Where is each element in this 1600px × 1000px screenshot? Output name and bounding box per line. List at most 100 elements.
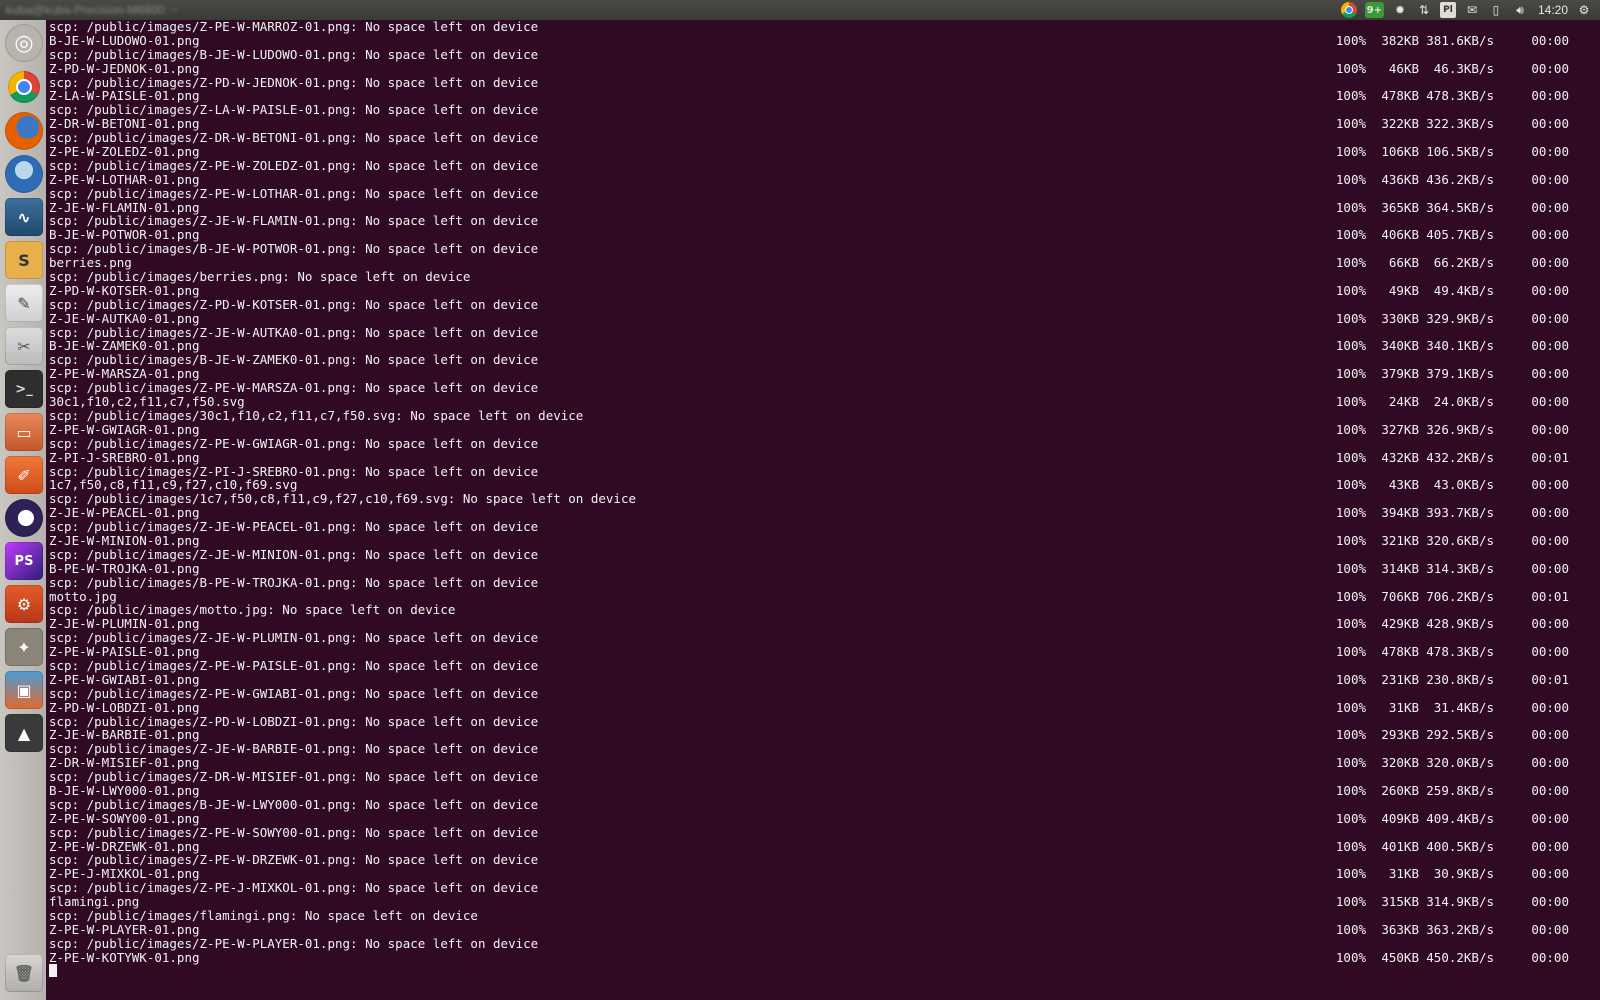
transfer-time: 00:00 [1531,838,1569,854]
chrome-icon[interactable] [8,71,40,103]
terminal-line: scp: /public/images/Z-PE-W-GWIAGR-01.png… [49,436,1589,451]
terminal-line: Z-PE-W-PLAYER-01.png 100% 363KB 363.2KB/s 00… [49,921,1589,937]
terminal-line: Z-DR-W-BETONI-01.png 100% 322KB 322.3KB/s 00… [49,117,1589,131]
terminal-line: scp: /public/images/Z-PD-W-LOBDZI-01.png… [49,714,1589,729]
terminal-line-text: Z-JE-W-PEACEL-01.png [49,505,200,521]
gimp-icon[interactable]: ✦ [5,628,43,666]
transfer-size: 382KB [1381,32,1419,48]
package-icon[interactable]: ▣ [5,671,43,709]
slack-icon[interactable]: S [5,241,43,279]
terminal-line-text: B-JE-W-ZAMEK0-01.png [49,338,200,354]
terminal-line-text: Z-JE-W-BARBIE-01.png [49,727,200,743]
terminal-window[interactable]: scp: /public/images/Z-PE-W-MARROZ-01.png… [46,20,1600,1000]
transfer-size: 315KB [1381,894,1419,910]
terminal-line: Z-PE-W-GWIAGR-01.png 100% 327KB 326.9KB/s 00… [49,421,1589,437]
eclipse-icon[interactable] [5,499,43,537]
transfer-percent: 100% [1335,60,1366,76]
terminal-line-text: 30c1,f10,c2,f11,c7,f50.svg [49,394,245,410]
transfer-percent: 100% [1335,282,1366,298]
thunderbird-icon[interactable] [5,155,43,193]
terminal-line-text: scp: /public/images/Z-DR-W-MISIEF-01.png… [49,769,539,785]
transfer-time: 00:01 [1531,588,1569,604]
network-icon[interactable]: ⇅ [1416,2,1432,18]
transfer-size: 327KB [1381,421,1419,437]
terminal-line: scp: /public/images/Z-JE-W-PEACEL-01.png… [49,520,1589,534]
settings-icon[interactable]: ⚙ [5,585,43,623]
terminal-line-text: motto.jpg [49,588,117,604]
terminal-line-text: scp: /public/images/Z-PE-W-GWIABI-01.png… [49,685,539,701]
transfer-time: 00:01 [1531,671,1569,687]
transfer-rate: 381.6KB/s [1426,32,1494,48]
transfer-size: 31KB [1388,866,1419,882]
transfer-rate: 363.2KB/s [1426,921,1494,937]
updates-badge-icon[interactable]: 9+ [1364,2,1384,18]
transfer-percent: 100% [1335,199,1366,215]
transfer-percent: 100% [1335,255,1366,271]
inkscape-icon[interactable]: ▲ [5,714,43,752]
terminal-line-text: Z-PI-J-SREBRO-01.png [49,449,200,465]
transfer-size: 450KB [1381,949,1419,965]
files-icon[interactable]: ▭ [5,413,43,451]
terminal-line: scp: /public/images/Z-PE-J-MIXKOL-01.png… [49,881,1589,895]
transfer-time: 00:00 [1531,949,1569,965]
terminal-line: scp: /public/images/Z-PD-W-JEDNOK-01.png… [49,75,1589,90]
transfer-rate: 379.1KB/s [1426,366,1494,382]
terminal-line-text: Z-PE-W-KOTYWK-01.png [49,949,200,965]
transfer-size: 43KB [1388,477,1419,493]
transfer-rate: 43.0KB/s [1433,477,1494,493]
transfer-rate: 322.3KB/s [1426,116,1494,132]
transfer-time: 00:00 [1531,810,1569,826]
settings-icon[interactable]: ✹ [1392,2,1408,18]
terminal-line: scp: /public/images/Z-PE-W-SOWY00-01.png… [49,825,1589,840]
transfer-time: 00:00 [1531,199,1569,215]
terminal-line: Z-JE-W-AUTKA0-01.png 100% 330KB 329.9KB/s 00… [49,310,1589,326]
transfer-time: 00:00 [1531,88,1569,104]
transfer-time: 00:00 [1531,421,1569,437]
transfer-rate: 400.5KB/s [1426,838,1494,854]
transfer-size: 330KB [1381,310,1419,326]
terminal-line-text: scp: /public/images/Z-LA-W-PAISLE-01.png… [49,102,539,118]
text-editor-icon[interactable]: ✎ [5,284,43,322]
transfer-size: 379KB [1381,366,1419,382]
mysql-workbench-icon[interactable]: ∿ [5,198,43,236]
terminal-line-text: Z-PE-W-GWIABI-01.png [49,671,200,687]
terminal-line-text: Z-PE-W-ZOLEDZ-01.png [49,144,200,160]
transfer-percent: 100% [1335,894,1366,910]
keyboard-layout-icon[interactable]: Pl [1439,2,1456,18]
system-gear-icon[interactable]: ⚙ [1576,2,1592,18]
battery-icon[interactable]: ▯ [1488,2,1504,18]
trash-icon[interactable]: 🗑︎ [5,954,43,992]
terminal-output: scp: /public/images/Z-PE-W-MARROZ-01.png… [49,20,1589,965]
clock[interactable]: 14:20 [1538,3,1568,17]
firefox-icon[interactable] [5,112,43,150]
terminal-line: scp: /public/images/Z-JE-W-FLAMIN-01.png… [49,214,1589,228]
chrome-icon[interactable] [1340,2,1357,18]
terminal-line-text: Z-PE-W-PLAYER-01.png [49,921,200,937]
terminal-icon[interactable]: >_ [5,370,43,408]
terminal-line: scp: /public/images/Z-JE-W-MINION-01.png… [49,547,1589,562]
system-tools-icon[interactable]: ✂ [5,327,43,365]
volume-icon[interactable]: 🔊︎ [1512,2,1528,18]
terminal-line-text: Z-PE-W-DRZEWK-01.png [49,838,200,854]
phpstorm-icon[interactable]: PS [5,542,43,580]
terminal-line-text: scp: /public/images/Z-JE-W-AUTKA0-01.png… [49,324,539,340]
transfer-time: 00:00 [1531,699,1569,715]
transfer-percent: 100% [1335,366,1366,382]
transfer-rate: 314.3KB/s [1426,560,1494,576]
mail-icon[interactable]: ✉ [1464,2,1480,18]
transfer-percent: 100% [1335,505,1366,521]
transfer-time: 00:00 [1531,32,1569,48]
transfer-time: 00:00 [1531,505,1569,521]
terminal-line: Z-PD-W-LOBDZI-01.png 100% 31KB 31.4KB/s 00:0… [49,699,1589,715]
transfer-rate: 46.3KB/s [1433,60,1494,76]
transfer-rate: 30.9KB/s [1433,866,1494,882]
terminal-line-text: B-JE-W-POTWOR-01.png [49,227,200,243]
transfer-time: 00:00 [1531,255,1569,271]
ubuntu-dash-icon[interactable]: ◎ [5,24,43,62]
pencil-icon[interactable]: ✐ [5,456,43,494]
terminal-line: Z-JE-W-PEACEL-01.png 100% 394KB 393.7KB/s 00… [49,506,1589,520]
transfer-time: 00:00 [1531,144,1569,160]
terminal-line: scp: /public/images/1c7,f50,c8,f11,c9,f2… [49,492,1589,506]
transfer-percent: 100% [1335,421,1366,437]
transfer-rate: 320.0KB/s [1426,755,1494,771]
